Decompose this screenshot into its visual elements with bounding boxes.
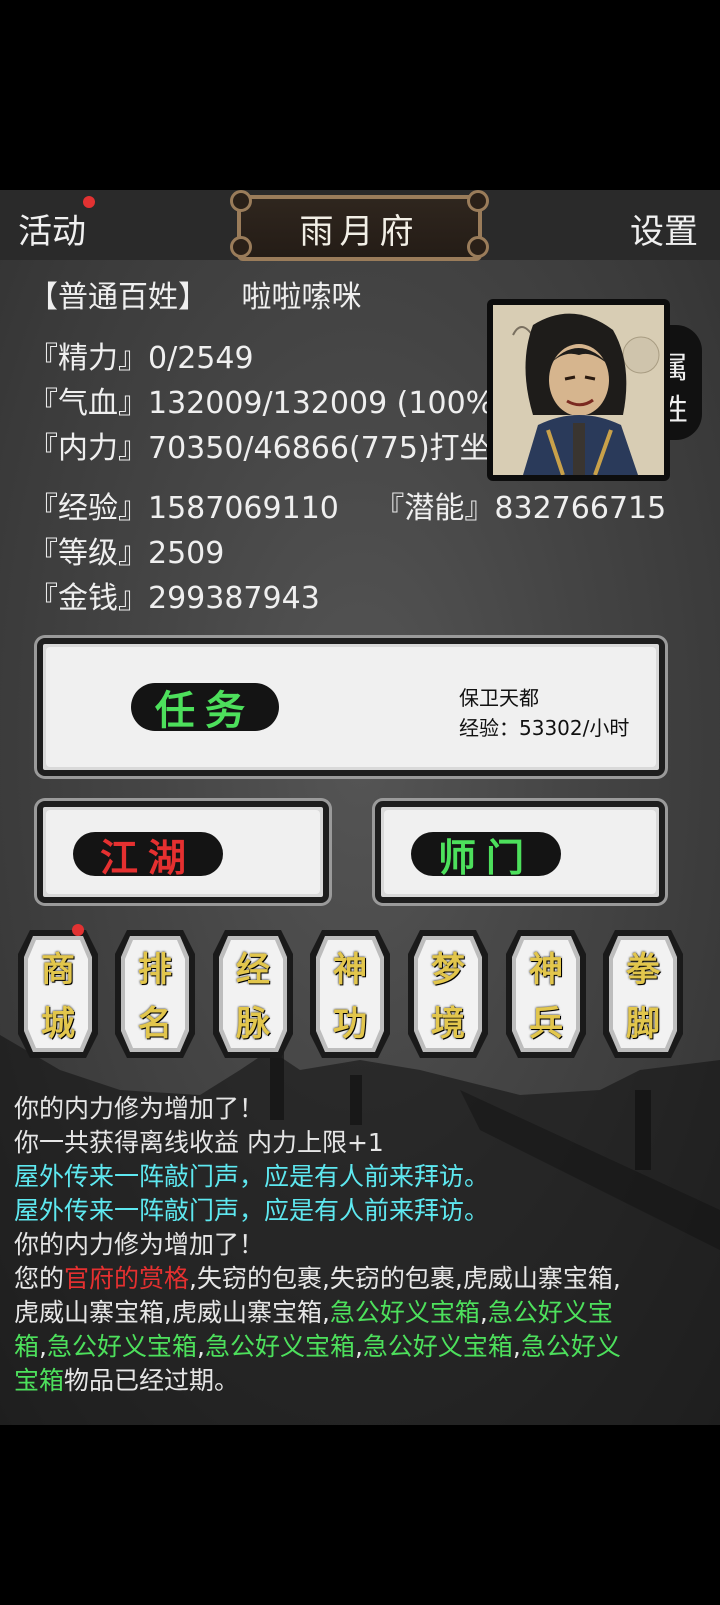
log-line: 你的内力修为增加了！ xyxy=(14,1094,265,1123)
jianghu-button[interactable]: 江湖 xyxy=(73,832,223,880)
hex-label-bottom: 脉 xyxy=(236,1004,270,1044)
stat-hp: 『气血』132009/132009 (100% xyxy=(28,386,488,421)
log-line: 你的内力修为增加了！ xyxy=(14,1230,265,1259)
log-item-green: 宝箱 xyxy=(14,1366,65,1395)
hex-label-top: 拳 xyxy=(626,950,660,990)
jianghu-panel[interactable]: 江湖 xyxy=(37,801,329,903)
hex-label-top: 神 xyxy=(333,950,367,990)
task-button[interactable]: 任务 xyxy=(131,683,279,734)
log-line: 虎威山寨宝箱,虎威山寨宝箱,急公好义宝箱,急公好义宝 xyxy=(14,1296,710,1330)
player-rank: 【普通百姓】 xyxy=(28,280,208,315)
log-segment: 您的 xyxy=(14,1264,65,1293)
log-line: 您的官府的赏格,失窃的包裹,失窃的包裹,虎威山寨宝箱, xyxy=(14,1262,710,1296)
hex-label-top: 经 xyxy=(236,950,270,990)
plate-ornament-right-bottom xyxy=(467,236,489,258)
stat-energy: 『精力』0/2549 xyxy=(28,341,254,376)
jianghu-button-label: 江湖 xyxy=(99,834,196,880)
hex-label-top: 梦 xyxy=(431,950,465,990)
hex-label-bottom: 功 xyxy=(333,1004,367,1044)
log-segment: , xyxy=(479,1298,488,1327)
log-item-green: 急公好义宝箱 xyxy=(329,1298,480,1327)
settings-button[interactable]: 设置 xyxy=(630,204,698,253)
stat-exp: 『经验』1587069110 xyxy=(28,491,339,526)
task-detail-exp: 经验：53302/小时 xyxy=(459,716,630,740)
task-button-label: 任务 xyxy=(155,687,255,734)
hex-label-bottom: 城 xyxy=(41,1004,75,1044)
hex-button[interactable]: 神功 xyxy=(308,928,392,1060)
hex-label-bottom: 兵 xyxy=(529,1004,563,1044)
log-line: 宝箱物品已经过期。 xyxy=(14,1364,710,1398)
stat-level: 『等级』2509 xyxy=(28,536,225,571)
message-log: 你的内力修为增加了！ 你一共获得离线收益 内力上限+1 屋外传来一阵敲门声，应是… xyxy=(14,1092,710,1398)
task-panel[interactable]: 任务 保卫天都 经验：53302/小时 xyxy=(37,638,665,776)
hex-label-top: 神 xyxy=(529,950,563,990)
log-segment: 物品已经过期。 xyxy=(64,1366,240,1395)
log-segment: 虎威山寨宝箱,虎威山寨宝箱, xyxy=(14,1298,330,1327)
player-rank-name: 【普通百姓】 啦啦嗦咪 xyxy=(28,272,362,316)
stat-potential: 『潜能』832766715 xyxy=(374,491,667,526)
hex-button[interactable]: 神兵 xyxy=(504,928,588,1060)
log-item-green: 急公好义 xyxy=(520,1332,621,1361)
hex-button[interactable]: 排名 xyxy=(113,928,197,1060)
log-item-green: 急公好义宝箱 xyxy=(204,1332,355,1361)
stat-money: 『金钱』299387943 xyxy=(28,581,320,616)
hex-label-top: 商 xyxy=(41,950,75,990)
activity-button[interactable]: 活动 xyxy=(18,204,86,253)
hex-label-bottom: 境 xyxy=(431,1004,465,1044)
log-line: 屋外传来一阵敲门声，应是有人前来拜访。 xyxy=(14,1162,490,1191)
sect-panel[interactable]: 师门 xyxy=(375,801,665,903)
log-item-green: 急公好义宝箱 xyxy=(46,1332,197,1361)
hex-label-bottom: 名 xyxy=(138,1004,172,1044)
sect-button-label: 师门 xyxy=(437,834,534,880)
plate-ornament-left-bottom xyxy=(230,236,252,258)
log-item-green: 箱 xyxy=(14,1332,40,1361)
stat-exp-potential: 『经验』1587069110 『潜能』832766715 xyxy=(28,483,666,527)
plate-ornament-left-top xyxy=(230,190,252,212)
plate-ornament-right-top xyxy=(467,190,489,212)
log-item-red: 官府的赏格 xyxy=(64,1264,190,1293)
hex-button[interactable]: 拳脚 xyxy=(601,928,685,1060)
log-segment: , xyxy=(39,1332,47,1361)
stat-internal: 『内力』70350/46866(775)打坐 xyxy=(28,431,488,466)
log-line: 箱,急公好义宝箱,急公好义宝箱,急公好义宝箱,急公好义 xyxy=(14,1330,710,1364)
location-title: 雨月府 xyxy=(299,211,420,252)
portrait-image xyxy=(493,305,664,475)
log-segment: ,失窃的包裹,失窃的包裹,虎威山寨宝箱, xyxy=(189,1264,621,1293)
character-portrait[interactable] xyxy=(487,299,670,481)
log-line: 屋外传来一阵敲门声，应是有人前来拜访。 xyxy=(14,1196,490,1225)
activity-notification-dot xyxy=(83,196,95,208)
hex-button[interactable]: 商城 xyxy=(16,924,100,1060)
log-segment: , xyxy=(196,1332,205,1361)
hex-notification-dot xyxy=(72,924,84,936)
location-title-plate: 雨月府 xyxy=(237,195,482,261)
hex-label-top: 排 xyxy=(138,950,172,990)
log-segment: , xyxy=(512,1332,521,1361)
log-item-green: 急公好义宝 xyxy=(487,1298,613,1327)
hex-label-bottom: 脚 xyxy=(626,1004,660,1044)
player-name: 啦啦嗦咪 xyxy=(241,280,362,315)
log-item-green: 急公好义宝箱 xyxy=(362,1332,513,1361)
task-detail-name: 保卫天都 xyxy=(459,686,539,710)
hex-button[interactable]: 经脉 xyxy=(211,928,295,1060)
sect-button[interactable]: 师门 xyxy=(411,832,561,880)
log-line: 你一共获得离线收益 内力上限+1 xyxy=(14,1128,384,1157)
log-segment: , xyxy=(354,1332,363,1361)
hex-button[interactable]: 梦境 xyxy=(406,928,490,1060)
